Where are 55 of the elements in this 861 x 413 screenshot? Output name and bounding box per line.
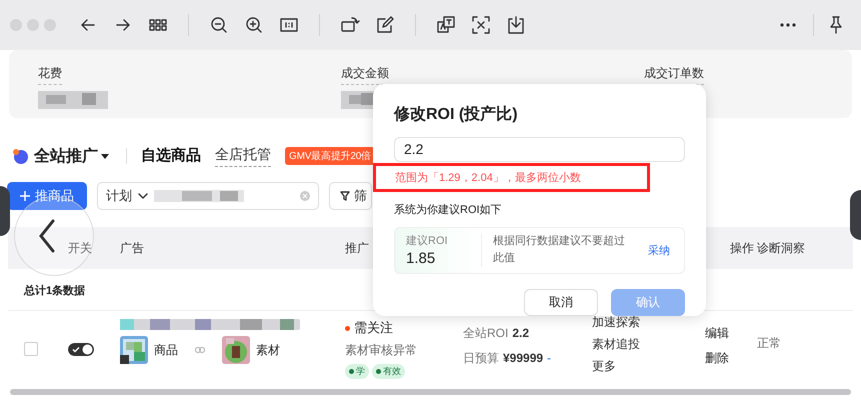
- next-button[interactable]: [850, 190, 861, 240]
- chevron-icon: [138, 192, 148, 200]
- translate-icon[interactable]: [436, 15, 456, 35]
- cancel-button[interactable]: 取消: [524, 289, 598, 316]
- page-title: 全站推广: [34, 146, 98, 166]
- tab[interactable]: 自选商品: [141, 146, 201, 166]
- section-label: 系统为你建议ROI如下: [394, 202, 503, 217]
- blurred-value-drawing: [38, 91, 108, 109]
- promo-badge: GMV最高提升20倍: [285, 147, 375, 165]
- column-header: 诊断洞察: [757, 240, 805, 256]
- column-header: 广告: [120, 240, 144, 256]
- status-label: 需关注: [354, 319, 393, 337]
- chevron-left-icon: [38, 219, 56, 253]
- error-message: 范围为「1.29，2.04」，最多两位小数: [373, 162, 650, 192]
- dialog-title: 修改ROI (投产比): [394, 104, 519, 125]
- budget-text: 日预算 ¥99999 -: [463, 350, 552, 367]
- filter-button[interactable]: 筛: [329, 182, 372, 210]
- tag-label: 商品: [154, 342, 178, 358]
- column-header: 开关: [68, 240, 92, 256]
- suggestion-label: 建议ROI: [406, 234, 449, 248]
- column-header: 操作: [729, 240, 754, 256]
- action-link[interactable]: 更多: [592, 358, 705, 375]
- zoom-out-icon[interactable]: [209, 15, 229, 35]
- tab[interactable]: 全店托管: [215, 146, 271, 166]
- adopt-link[interactable]: 采纳: [648, 242, 670, 258]
- plus-icon: [20, 191, 30, 201]
- action-link[interactable]: 加速探索: [592, 314, 705, 331]
- status-detail: 素材审核异常: [345, 342, 418, 359]
- zoom-in-icon[interactable]: [244, 15, 264, 35]
- action-link[interactable]: 素材追投: [592, 336, 705, 353]
- status-tag: 学: [345, 364, 369, 379]
- edit-icon[interactable]: [375, 15, 395, 35]
- scan-text-icon[interactable]: [471, 15, 491, 35]
- action-link[interactable]: 删除: [705, 350, 757, 367]
- add-product-button[interactable]: 推商品: [7, 182, 87, 210]
- download-icon[interactable]: [506, 15, 526, 35]
- scrollbar[interactable]: [10, 389, 851, 395]
- column-header: 推广: [345, 240, 369, 256]
- metric-label: 花费: [38, 65, 62, 85]
- action-link[interactable]: 编辑: [705, 325, 757, 342]
- logo-icon: [12, 148, 28, 164]
- suggestion-value: 1.85: [406, 250, 436, 268]
- filter-icon: [340, 191, 350, 201]
- previous-button[interactable]: [0, 186, 10, 236]
- diagnosis-text: 正常: [757, 335, 782, 352]
- search-field[interactable]: 计划: [97, 182, 319, 210]
- roi-text: 全站ROI 2.2: [463, 325, 530, 342]
- row-checkbox[interactable]: [24, 342, 38, 356]
- suggestion-note: 根据同行数据建议不要超过此值: [493, 234, 626, 266]
- caret-icon[interactable]: [98, 151, 112, 161]
- status-tag: 有效: [372, 364, 405, 379]
- tag-label: 素材: [256, 342, 280, 358]
- roi-input[interactable]: 2.2: [394, 137, 685, 162]
- toggle-switch[interactable]: [68, 342, 94, 356]
- link-icon: [194, 346, 206, 354]
